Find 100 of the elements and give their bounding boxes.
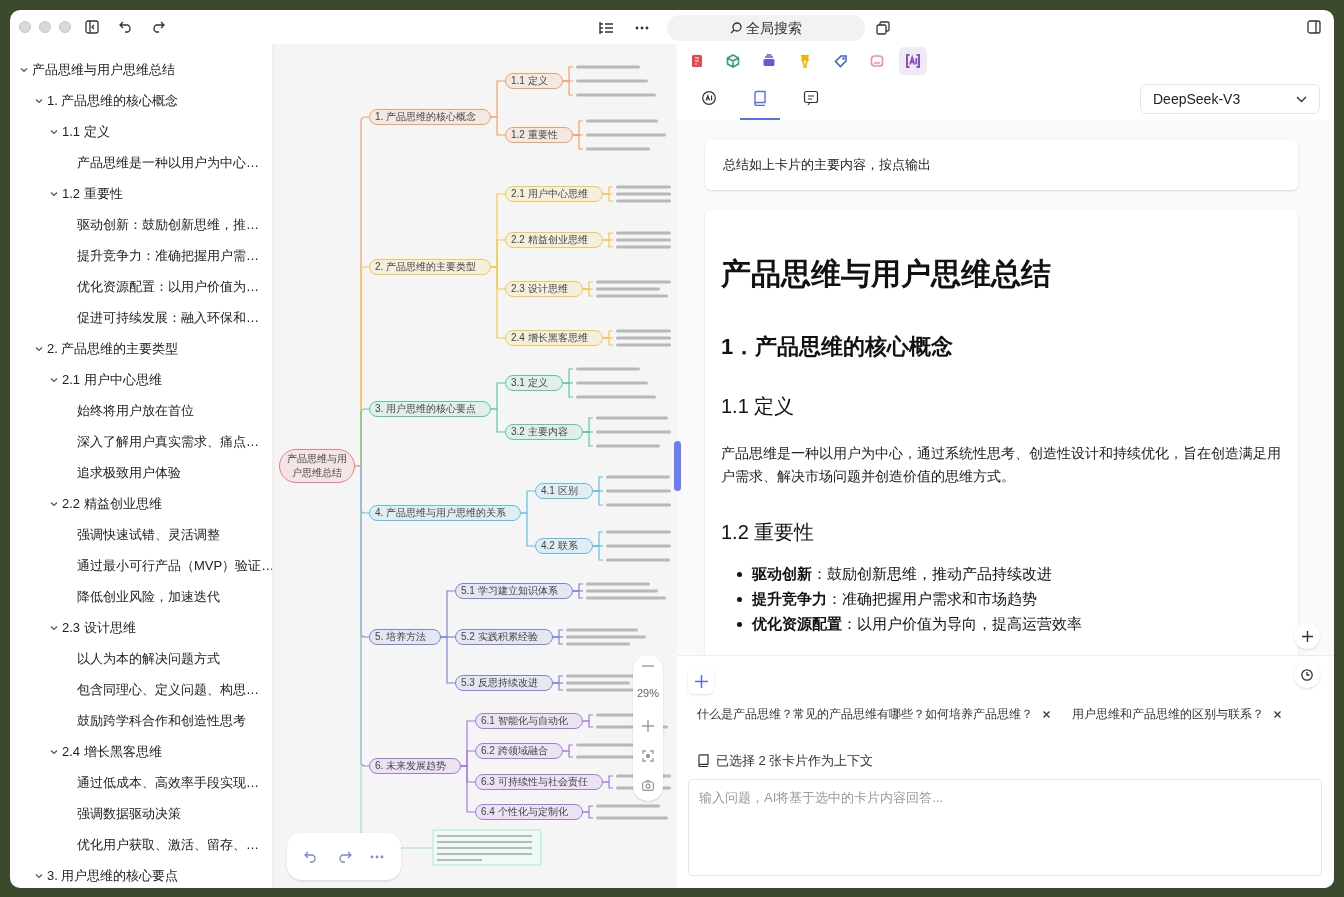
resize-handle[interactable] xyxy=(674,441,681,491)
model-select[interactable]: DeepSeek-V3 xyxy=(1140,84,1320,114)
mindmap-node[interactable]: 2.1 用户中心思维 xyxy=(505,186,603,202)
question-input[interactable]: 输入问题，AI将基于选中的卡片内容回答... xyxy=(688,778,1322,876)
blurred-text xyxy=(606,475,670,479)
sidebar-toggle-icon[interactable] xyxy=(85,20,99,34)
mindmap-node[interactable]: 4.2 联系 xyxy=(535,538,593,554)
suggested-question[interactable]: 什么是产品思维？常见的产品思维有哪些？如何培养产品思维？ xyxy=(697,705,1033,723)
outline-item[interactable]: 包含同理心、定义问题、构思… xyxy=(10,674,272,705)
mindmap-node[interactable]: 4. 产品思维与用户思维的关系 xyxy=(369,505,521,521)
outline-item[interactable]: 优化用户获取、激活、留存、… xyxy=(10,829,272,860)
outline-item[interactable]: 1.2 重要性 xyxy=(10,178,272,209)
blurred-text xyxy=(586,119,658,123)
copy-icon[interactable] xyxy=(876,21,890,35)
history-button[interactable] xyxy=(1294,662,1320,688)
blurred-text xyxy=(596,804,660,808)
redo-icon[interactable] xyxy=(151,21,165,33)
mindmap-node[interactable]: 2.2 精益创业思维 xyxy=(505,232,603,248)
outline-item[interactable]: 强调数据驱动决策 xyxy=(10,798,272,829)
mindmap-node[interactable]: 6.3 可持续性与社会责任 xyxy=(475,774,603,790)
subsection-heading: 1.2 重要性 xyxy=(721,520,816,545)
blurred-text xyxy=(566,642,630,646)
mindmap-node[interactable]: 6.1 智能化与自动化 xyxy=(475,713,583,729)
outline-item[interactable]: 1.1 定义 xyxy=(10,116,272,147)
blurred-text xyxy=(596,416,668,420)
outline-item[interactable]: 降低创业风险，加速迭代 xyxy=(10,581,272,612)
blurred-text xyxy=(606,544,671,548)
outline-item[interactable]: 产品思维与用户思维总结 xyxy=(10,54,272,85)
outline-item[interactable]: 通过低成本、高效率手段实现… xyxy=(10,767,272,798)
blurred-text xyxy=(576,381,648,385)
blurred-text xyxy=(606,489,671,493)
mindmap-node[interactable]: 5. 培养方法 xyxy=(369,629,441,645)
mindmap-node[interactable]: 1. 产品思维的核心概念 xyxy=(369,109,491,125)
outline-item[interactable]: 深入了解用户真实需求、痛点… xyxy=(10,426,272,457)
mindmap-node[interactable]: 6. 未来发展趋势 xyxy=(369,758,461,774)
outline-item[interactable]: 强调快速试错、灵活调整 xyxy=(10,519,272,550)
zoom-in-icon[interactable] xyxy=(642,719,654,732)
blurred-text xyxy=(616,245,671,249)
outline-item[interactable]: 驱动创新：鼓励创新思维，推… xyxy=(10,209,272,240)
mindmap-node[interactable]: 3.1 定义 xyxy=(505,375,563,391)
outline-item[interactable]: 追求极致用户体验 xyxy=(10,457,272,488)
suggested-question[interactable]: 用户思维和产品思维的区别与联系？ xyxy=(1072,705,1264,723)
outline-item[interactable]: 产品思维是一种以用户为中心… xyxy=(10,147,272,178)
mindmap-node[interactable]: 6.2 跨领域融合 xyxy=(475,743,563,759)
search-button[interactable]: 全局搜索 xyxy=(667,15,865,41)
undo-icon[interactable] xyxy=(119,21,133,33)
outline-item[interactable]: 1. 产品思维的核心概念 xyxy=(10,85,272,116)
mindmap-node[interactable]: 5.3 反思持续改进 xyxy=(455,675,553,691)
bullet-icon xyxy=(737,622,742,627)
blurred-text xyxy=(616,329,671,333)
mindmap-node[interactable]: 6.4 个性化与定制化 xyxy=(475,804,583,820)
blurred-text xyxy=(566,681,630,685)
plus-icon xyxy=(694,674,708,688)
outline-item[interactable]: 通过最小可行产品（MVP）验证… xyxy=(10,550,272,581)
blurred-text xyxy=(616,185,671,189)
mindmap-node[interactable]: 1.2 重要性 xyxy=(505,127,573,143)
mindmap-node[interactable]: 3.2 主要内容 xyxy=(505,424,583,440)
book-icon xyxy=(697,754,710,768)
mindmap-node[interactable]: 5.1 学习建立知识体系 xyxy=(455,583,573,599)
chevron-down-icon xyxy=(1296,95,1307,103)
blurred-text xyxy=(566,628,638,632)
mindmap-node[interactable]: 3. 用户思维的核心要点 xyxy=(369,401,491,417)
outline-item[interactable]: 2.1 用户中心思维 xyxy=(10,364,272,395)
blurred-text xyxy=(586,582,650,586)
blurred-text xyxy=(576,65,640,69)
blurred-text xyxy=(586,589,658,593)
outline-icon[interactable] xyxy=(598,21,614,35)
prompt-card: 总结如上卡片的主要内容，按点输出 xyxy=(705,140,1298,190)
outline-item[interactable]: 促进可持续发展：融入环保和… xyxy=(10,302,272,333)
outline-item[interactable]: 2.3 设计思维 xyxy=(10,612,272,643)
outline-item[interactable]: 2.2 精益创业思维 xyxy=(10,488,272,519)
mindmap-node[interactable]: 4.1 区别 xyxy=(535,483,593,499)
close-icon[interactable] xyxy=(1274,710,1281,718)
list-item-text: 优化资源配置：以用户价值为导向，提高运营效率 xyxy=(752,614,1082,635)
toolbar-button[interactable] xyxy=(899,47,927,75)
outline-item[interactable]: 优化资源配置：以用户价值为… xyxy=(10,271,272,302)
fit-view-icon[interactable] xyxy=(642,749,654,762)
outline-item[interactable]: 2. 产品思维的主要类型 xyxy=(10,333,272,364)
outline-item[interactable]: 提升竞争力：准确把握用户需… xyxy=(10,240,272,271)
mindmap-node[interactable]: 2.4 增长黑客思维 xyxy=(505,330,603,346)
more-icon[interactable] xyxy=(635,26,649,30)
mindmap-node[interactable]: 2. 产品思维的主要类型 xyxy=(369,259,491,275)
outline-item[interactable]: 鼓励跨学科合作和创造性思考 xyxy=(10,705,272,736)
sidebar-toggle-icon[interactable] xyxy=(1307,20,1321,34)
outline-item[interactable]: 以人为本的解决问题方式 xyxy=(10,643,272,674)
outline-item[interactable]: 3. 用户思维的核心要点 xyxy=(10,860,272,888)
camera-icon[interactable] xyxy=(642,780,654,791)
search-icon xyxy=(730,22,742,34)
context-note: 已选择 2 张卡片作为上下文 xyxy=(716,752,874,770)
new-chat-button[interactable] xyxy=(688,668,714,694)
mindmap-root-node[interactable]: 产品思维与用户思维总结 xyxy=(279,449,355,483)
close-icon[interactable] xyxy=(1043,710,1050,718)
outline-item[interactable]: 始终将用户放在首位 xyxy=(10,395,272,426)
blurred-text xyxy=(606,530,671,534)
mindmap-node[interactable]: 2.3 设计思维 xyxy=(505,281,583,297)
section-heading: 1．产品思维的核心概念 xyxy=(721,333,955,361)
list-item-text: 驱动创新：鼓励创新思维，推动产品持续改进 xyxy=(752,564,1052,585)
outline-item[interactable]: 2.4 增长黑客思维 xyxy=(10,736,272,767)
mindmap-node[interactable]: 1.1 定义 xyxy=(505,73,563,89)
mindmap-node[interactable]: 5.2 实践积累经验 xyxy=(455,629,553,645)
